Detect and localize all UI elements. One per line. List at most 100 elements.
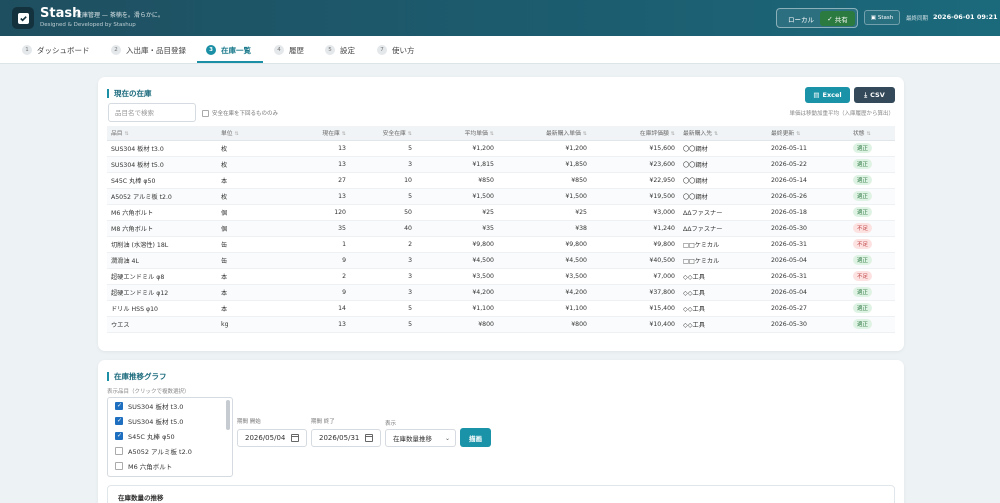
cell-stock: 14: [287, 300, 350, 317]
start-date-input[interactable]: 2026/05/04: [237, 429, 307, 447]
sort-icon: ⇅: [124, 131, 129, 138]
sync-time: 2026-06-01 09:21: [933, 13, 998, 21]
status-badge: 適正: [853, 191, 873, 201]
tab-howto[interactable]: 7 使い方: [377, 36, 415, 64]
quantity-trend-panel: 在庫数量の推移: [107, 485, 895, 503]
cell-safety-stock: 5: [350, 188, 416, 205]
cell-supplier: 〇〇鋼材: [679, 172, 767, 189]
cell-avg-price: ¥3,500: [416, 268, 498, 285]
table-row[interactable]: SUS304 板材 t3.0 枚 13 5 ¥1,200 ¥1,200 ¥15,600 〇〇鋼…: [107, 140, 895, 157]
cell-stock: 13: [287, 316, 350, 333]
csv-export-button[interactable]: ⤓ CSV: [854, 87, 895, 103]
calendar-icon[interactable]: [365, 434, 374, 442]
cell-valuation: ¥15,400: [591, 300, 679, 317]
mode-local-button[interactable]: ローカル: [781, 11, 821, 26]
cell-unit: 個: [217, 204, 287, 221]
sort-icon: ⇅: [341, 131, 346, 138]
table-row[interactable]: M6 六角ボルト個 120 50 ¥25 ¥25 ¥3,000 ΔΔファスナー 2026-05…: [107, 204, 895, 221]
cell-latest-price: ¥800: [498, 316, 591, 333]
item-option-label: S45C 丸棒 φ50: [128, 432, 175, 441]
excel-export-button[interactable]: ▤ Excel: [805, 87, 850, 103]
table-row[interactable]: M8 六角ボルト個 35 40 ¥35 ¥38 ¥1,240 ΔΔファスナー 2026-05-…: [107, 220, 895, 237]
cell-supplier: 〇〇鋼材: [679, 188, 767, 205]
column-header-unit[interactable]: 単位 ⇅: [217, 126, 287, 141]
tab-inventory-list[interactable]: 3 在庫一覧: [206, 36, 251, 64]
item-checkbox[interactable]: [115, 446, 123, 455]
column-header-valuation[interactable]: 在庫評価額 ⇅: [591, 126, 679, 141]
cell-last-updated: 2026-05-31: [767, 236, 849, 253]
tab-dashboard[interactable]: 1 ダッシュボード: [22, 36, 90, 64]
column-header-stock[interactable]: 現在庫 ⇅: [287, 126, 350, 141]
cell-item: SUS304 板材 t3.0: [107, 140, 217, 157]
cell-avg-price: ¥800: [416, 316, 498, 333]
cell-item: 潤滑油 4L: [107, 252, 217, 269]
inventory-table-body: SUS304 板材 t3.0 枚 13 5 ¥1,200 ¥1,200 ¥15,600 〇〇鋼…: [107, 140, 895, 333]
status-badge: 適正: [853, 287, 873, 297]
trend-title: 在庫推移グラフ: [107, 372, 167, 381]
item-multiselect[interactable]: SUS304 板材 t3.0 SUS304 板材 t5.0 S45C 丸棒 φ50 A…: [107, 397, 233, 477]
table-row[interactable]: ドリル HSS φ10 本 14 5 ¥1,100 ¥1,100 ¥15,400 ◇◇工具 20…: [107, 300, 895, 317]
item-list-scrollbar[interactable]: [226, 400, 230, 430]
quantity-trend-title: 在庫数量の推移: [118, 494, 164, 502]
cell-last-updated: 2026-05-04: [767, 252, 849, 269]
cell-stock: 35: [287, 220, 350, 237]
draw-button[interactable]: 描画: [460, 428, 491, 447]
column-header-item[interactable]: 品目 ⇅: [107, 126, 217, 141]
view-select[interactable]: 在庫数量推移 ⌄: [385, 429, 456, 447]
table-row[interactable]: 超硬エンドミル φ8 本 2 3 ¥3,500 ¥3,500 ¥7,000 ◇◇工具 2026-…: [107, 268, 895, 285]
tab-stock-io[interactable]: 2 入出庫・品目登録: [111, 36, 186, 64]
status-badge: 不足: [853, 271, 873, 281]
end-date-input[interactable]: 2026/05/31: [311, 429, 381, 447]
column-header-status[interactable]: 状態 ⇅: [849, 126, 895, 141]
tab-settings[interactable]: 5 設定: [325, 36, 355, 64]
item-option[interactable]: M6 六角ボルト: [108, 458, 232, 473]
cell-valuation: ¥19,500: [591, 188, 679, 205]
cell-unit: 枚: [217, 156, 287, 173]
item-option[interactable]: SUS304 板材 t5.0: [108, 413, 232, 428]
column-header-latest-price[interactable]: 最新購入単価 ⇅: [498, 126, 591, 141]
item-checkbox[interactable]: [115, 431, 123, 440]
cell-status: 不足: [849, 220, 895, 237]
cell-supplier: 〇〇鋼材: [679, 156, 767, 173]
cell-safety-stock: 5: [350, 300, 416, 317]
stash-button[interactable]: ▣ Stash: [864, 10, 900, 25]
cell-valuation: ¥15,600: [591, 140, 679, 157]
cell-latest-price: ¥4,500: [498, 252, 591, 269]
cell-status: 適正: [849, 172, 895, 189]
item-checkbox[interactable]: [115, 416, 123, 425]
cell-safety-stock: 40: [350, 220, 416, 237]
download-icon: ⤓: [864, 90, 868, 99]
item-option[interactable]: S45C 丸棒 φ50: [108, 428, 232, 443]
column-header-safety-stock[interactable]: 安全在庫 ⇅: [350, 126, 416, 141]
table-row[interactable]: 潤滑油 4L 缶 9 3 ¥4,500 ¥4,500 ¥40,500 □□ケミカル 2026-0…: [107, 252, 895, 269]
safety-filter-checkbox[interactable]: [202, 109, 209, 117]
cell-stock: 9: [287, 252, 350, 269]
calendar-icon[interactable]: [291, 434, 300, 442]
safety-filter[interactable]: 安全在庫を下回るもののみ: [202, 109, 278, 117]
cell-unit: 本: [217, 268, 287, 285]
table-row[interactable]: A5052 アルミ板 t2.0 枚 13 5 ¥1,500 ¥1,500 ¥19,500 〇〇…: [107, 188, 895, 205]
table-row[interactable]: SUS304 板材 t5.0 枚 13 3 ¥1,815 ¥1,850 ¥23,600 〇〇鋼…: [107, 156, 895, 173]
column-header-supplier[interactable]: 最新購入先 ⇅: [679, 126, 767, 141]
tab-bar: 1 ダッシュボード 2 入出庫・品目登録 3 在庫一覧 4 履歴 5 設定 7 …: [0, 36, 1000, 64]
table-row[interactable]: 切削油 (水溶性) 18L 缶 1 2 ¥9,800 ¥9,800 ¥9,800 □□ケミカル…: [107, 236, 895, 253]
cell-item: A5052 アルミ板 t2.0: [107, 188, 217, 205]
column-header-last-updated[interactable]: 最終更新 ⇅: [767, 126, 849, 141]
cell-unit: kg: [217, 316, 287, 333]
active-tab-indicator: [197, 61, 263, 63]
mode-toggle: ローカル ✓ 共有: [776, 8, 858, 28]
table-row[interactable]: 超硬エンドミル φ12 本 9 3 ¥4,200 ¥4,200 ¥37,800 ◇◇工具 202…: [107, 284, 895, 301]
item-option[interactable]: A5052 アルミ板 t2.0: [108, 443, 232, 458]
item-checkbox[interactable]: [115, 461, 123, 470]
column-header-avg-price[interactable]: 平均単価 ⇅: [416, 126, 498, 141]
tab-history[interactable]: 4 履歴: [274, 36, 304, 64]
cell-latest-price: ¥850: [498, 172, 591, 189]
mode-shared-button[interactable]: ✓ 共有: [820, 11, 855, 26]
item-checkbox[interactable]: [115, 401, 123, 410]
table-row[interactable]: S45C 丸棒 φ50 本 27 10 ¥850 ¥850 ¥22,950 〇〇鋼材 2026-…: [107, 172, 895, 189]
search-input[interactable]: [108, 103, 196, 122]
table-row[interactable]: ウエス kg 13 5 ¥800 ¥800 ¥10,400 ◇◇工具 2026-05-30 適正: [107, 316, 895, 333]
item-option[interactable]: SUS304 板材 t3.0: [108, 398, 232, 413]
cell-safety-stock: 3: [350, 268, 416, 285]
cell-unit: 枚: [217, 140, 287, 157]
